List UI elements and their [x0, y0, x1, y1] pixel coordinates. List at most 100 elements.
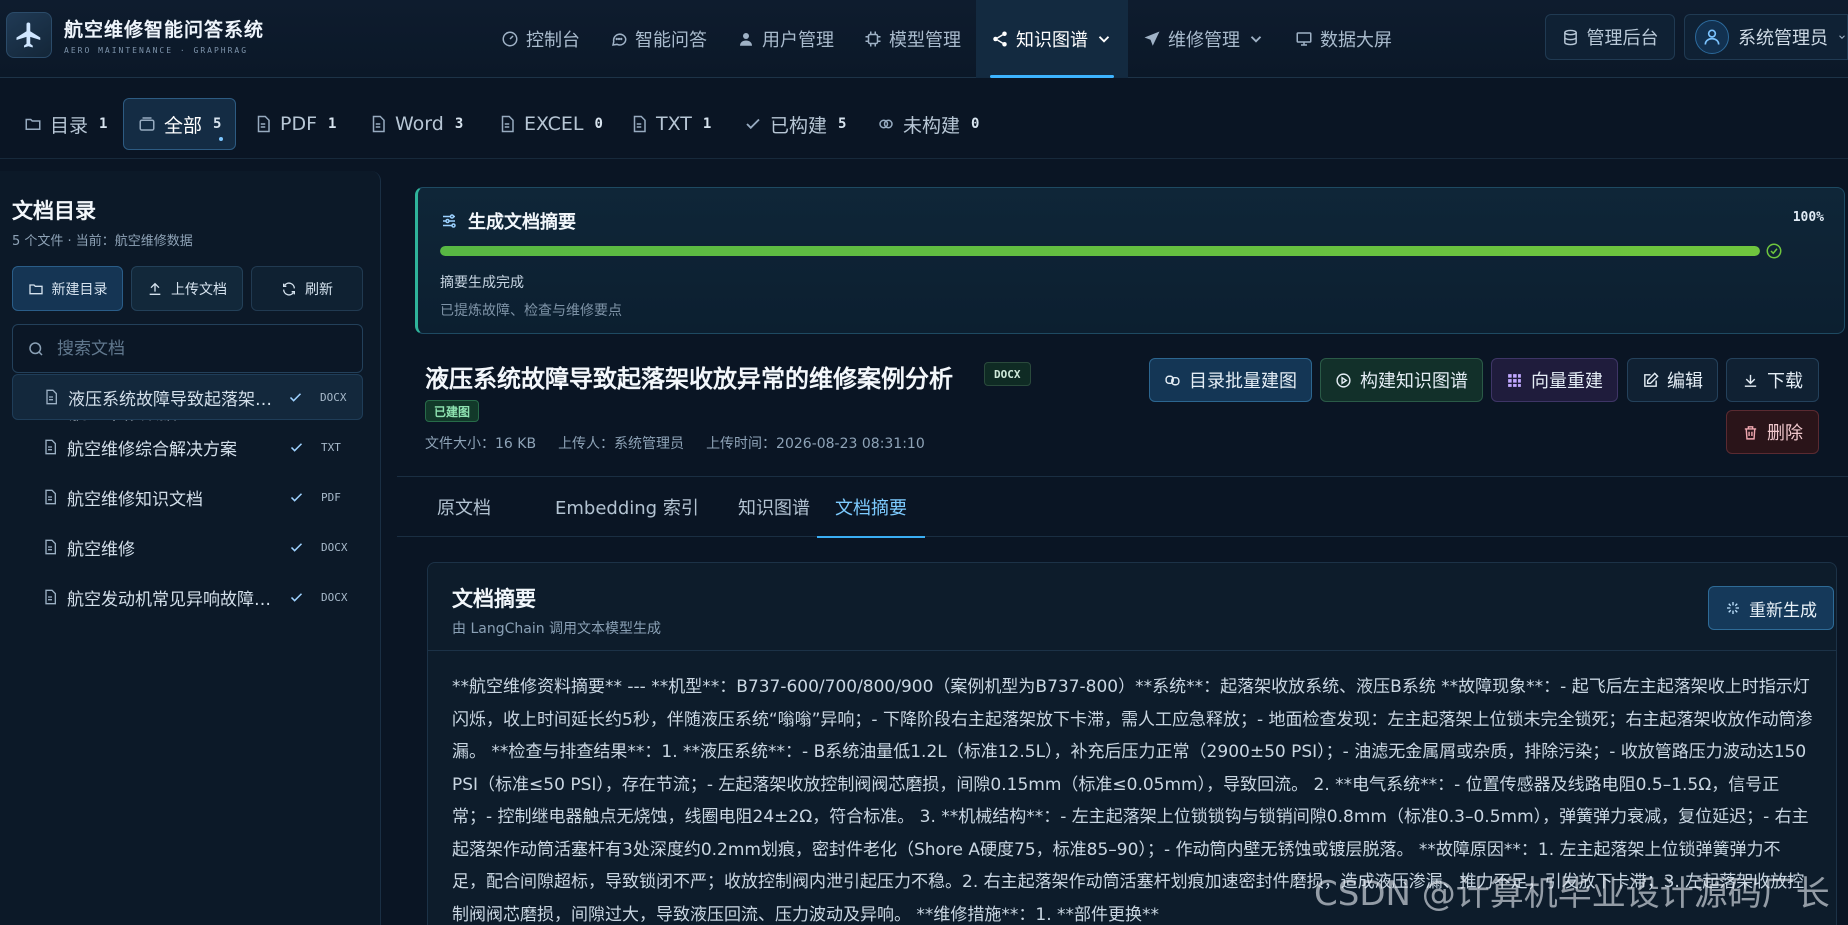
nav-item-knowledge-graph[interactable]: 知识图谱 — [976, 0, 1128, 78]
file-item[interactable]: 液压系统故障导致起落架收放异常的维修案例分析 DOCX — [12, 374, 363, 420]
file-name: 航空维修知识文档 — [67, 489, 203, 510]
nav-label: 知识图谱 — [1016, 30, 1088, 51]
screen-icon — [1295, 30, 1313, 48]
brand-subtitle: AERO MAINTENANCE · GRAPHRAG — [64, 46, 249, 55]
refresh-button[interactable]: 刷新 — [251, 266, 363, 311]
document-icon — [42, 439, 58, 455]
check-icon — [289, 590, 304, 605]
progress-status: 摘要生成完成 — [440, 275, 524, 291]
nav-item-users[interactable]: 用户管理 — [722, 0, 849, 78]
download-button[interactable]: 下载 — [1726, 358, 1819, 402]
button-label: 重新生成 — [1749, 600, 1817, 621]
tab-document-summary[interactable]: 文档摘要 — [817, 477, 925, 538]
upload-icon — [147, 281, 163, 297]
filter-tab-folders[interactable]: 目录 1 — [10, 98, 121, 150]
filter-tab-count: 5 — [213, 116, 222, 132]
button-label: 目录批量建图 — [1189, 371, 1297, 392]
nav-label: 维修管理 — [1168, 30, 1240, 51]
summary-card-header: 文档摘要 由 LangChain 调用文本模型生成 重新生成 — [428, 563, 1836, 651]
graph-built-badge: 已建图 — [425, 400, 480, 422]
progress-bar — [440, 246, 1760, 256]
document-directory-panel: 文档目录 5 个文件 · 当前：航空维修数据 新建目录 上传文档 刷新 航空维修… — [0, 171, 381, 925]
filter-tab-label: TXT — [656, 113, 692, 135]
plane-icon — [1143, 30, 1161, 48]
file-icon — [254, 115, 272, 133]
document-meta: 文件大小：16 KB 上传人：系统管理员 上传时间：2026-08-23 08:… — [425, 433, 925, 453]
content-tabs: 原文档 Embedding 索引 知识图谱 文档摘要 — [397, 477, 1848, 538]
filter-tab-count: 1 — [328, 116, 337, 132]
chevron-down-icon — [1247, 30, 1265, 48]
tab-embedding-index[interactable]: Embedding 索引 — [537, 477, 717, 537]
document-icon — [42, 539, 58, 555]
top-bar: 航空维修智能问答系统 AERO MAINTENANCE · GRAPHRAG 控… — [0, 0, 1848, 78]
file-type: PDF — [321, 490, 341, 504]
tab-knowledge-graph[interactable]: 知识图谱 — [720, 477, 828, 537]
file-icon — [630, 115, 648, 133]
check-circle-icon — [1765, 242, 1783, 260]
new-folder-button[interactable]: 新建目录 — [12, 266, 123, 311]
filter-tab-label: EXCEL — [524, 113, 584, 135]
build-knowledge-graph-button[interactable]: 构建知识图谱 — [1320, 358, 1483, 402]
search-input[interactable] — [57, 338, 347, 359]
nav-item-maintenance[interactable]: 维修管理 — [1128, 0, 1280, 78]
file-type: DOCX — [321, 590, 348, 604]
panel-title: 文档目录 — [12, 199, 96, 223]
batch-build-graph-button[interactable]: 目录批量建图 — [1149, 358, 1312, 402]
filter-tab-word[interactable]: Word 3 — [355, 98, 477, 150]
nav-item-models[interactable]: 模型管理 — [849, 0, 976, 78]
chevron-down-icon — [1095, 30, 1113, 48]
filter-tab-count: 0 — [594, 116, 603, 132]
dashboard-icon — [501, 30, 519, 48]
filter-tab-label: 已构建 — [770, 114, 828, 137]
nav-label: 模型管理 — [889, 30, 961, 51]
filter-tab-unbuilt[interactable]: 未构建 0 — [863, 98, 993, 150]
folder-icon — [24, 115, 42, 133]
file-item[interactable]: 航空维修 DOCX — [12, 524, 363, 570]
user-menu[interactable]: 系统管理员 — [1684, 14, 1848, 60]
filter-tab-txt[interactable]: TXT 1 — [616, 98, 725, 150]
filter-tab-label: Word — [395, 113, 444, 135]
summary-subtitle: 由 LangChain 调用文本模型生成 — [452, 621, 662, 637]
chevron-down-icon — [1837, 31, 1847, 43]
graph-icon — [991, 30, 1009, 48]
file-type: TXT — [321, 440, 341, 454]
button-label: 上传文档 — [171, 281, 227, 298]
link-icon — [877, 115, 895, 133]
file-name: 液压系统故障导致起落架收放异常的维修案例分析 — [68, 389, 279, 410]
nav-item-qa[interactable]: 智能问答 — [595, 0, 722, 78]
filter-tab-label: 全部 — [164, 114, 203, 137]
admin-console-button[interactable]: 管理后台 — [1545, 14, 1675, 60]
filter-tab-all[interactable]: 全部 5 — [123, 98, 237, 150]
filter-tab-excel[interactable]: EXCEL 0 — [484, 98, 617, 150]
user-name: 系统管理员 — [1738, 28, 1828, 49]
file-size: 文件大小：16 KB — [425, 436, 537, 452]
upload-document-button[interactable]: 上传文档 — [131, 266, 243, 311]
delete-button[interactable]: 删除 — [1726, 410, 1819, 454]
document-search — [12, 324, 363, 373]
nav-item-dashboard[interactable]: 控制台 — [486, 0, 595, 78]
airplane-logo-icon — [6, 12, 52, 58]
sliders-icon — [440, 212, 458, 230]
file-item[interactable]: 航空维修综合解决方案 TXT — [12, 424, 363, 470]
filter-tab-count: 1 — [99, 116, 108, 132]
database-icon — [1562, 29, 1579, 46]
button-label: 向量重建 — [1531, 371, 1603, 392]
file-item[interactable]: 航空维修知识文档 PDF — [12, 474, 363, 520]
nav-label: 智能问答 — [635, 30, 707, 51]
filter-tab-built[interactable]: 已构建 5 — [730, 98, 860, 150]
edit-button[interactable]: 编辑 — [1627, 358, 1718, 402]
admin-label: 管理后台 — [1586, 28, 1659, 49]
filter-tab-pdf[interactable]: PDF 1 — [240, 98, 350, 150]
tab-original-document[interactable]: 原文档 — [419, 477, 509, 537]
filter-tab-count: 3 — [454, 116, 464, 132]
brand-title: 航空维修智能问答系统 — [64, 19, 265, 41]
progress-percent: 100% — [1792, 210, 1824, 225]
vector-rebuild-button[interactable]: 向量重建 — [1491, 358, 1618, 402]
nav-item-data-screen[interactable]: 数据大屏 — [1280, 0, 1407, 78]
edit-icon — [1642, 371, 1659, 389]
filter-tab-count: 5 — [838, 116, 847, 132]
upload-time: 上传时间：2026-08-23 08:31:10 — [706, 436, 925, 452]
regenerate-button[interactable]: 重新生成 — [1708, 586, 1834, 630]
brand[interactable]: 航空维修智能问答系统 AERO MAINTENANCE · GRAPHRAG — [6, 12, 264, 58]
file-item[interactable]: 航空发动机常见异响故障诊断与处理 DOCX — [12, 574, 363, 620]
